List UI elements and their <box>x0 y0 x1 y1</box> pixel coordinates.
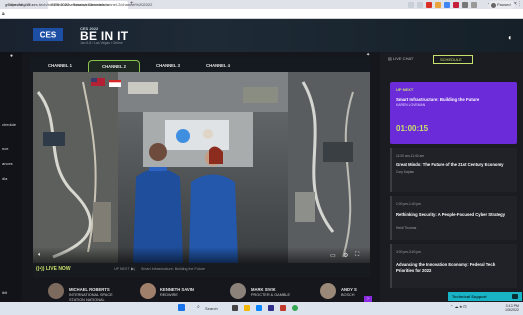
extension-icon[interactable] <box>444 2 450 8</box>
avatar <box>491 3 496 8</box>
task-view-icon[interactable] <box>232 305 238 311</box>
tab-channel-3[interactable]: CHANNEL 3 <box>148 60 188 72</box>
volume-icon[interactable]: 🔈︎ <box>38 252 42 259</box>
session-time: 11:00 am-11:40 am <box>396 154 425 158</box>
nav-item-experiences[interactable]: ances <box>2 161 13 166</box>
extension-icon[interactable] <box>435 2 441 8</box>
speaker-org: BOSCH <box>341 293 355 297</box>
up-next-title: Smart Infrastructure: Building the Futur… <box>141 267 205 271</box>
session-title: Great Minds: The Future of the 21st Cent… <box>396 162 504 167</box>
nav-dot-icon[interactable]: ● <box>10 53 13 59</box>
chat-icon <box>512 294 518 299</box>
folder-icon[interactable] <box>244 305 250 311</box>
up-next-speaker: KAREN LOVEMAN <box>396 103 426 107</box>
avatar[interactable] <box>140 283 156 299</box>
lock-icon: 🔒︎ <box>2 11 5 17</box>
video-controls <box>33 247 370 263</box>
app-icon[interactable] <box>280 305 286 311</box>
speaker-org: REDWIRE <box>160 293 178 297</box>
edge-icon[interactable] <box>256 305 262 311</box>
up-next-session-title: Smart Infrastructure: Building the Futur… <box>396 97 480 102</box>
avatar[interactable] <box>320 283 336 299</box>
session-speaker: Cory Kaplan <box>396 170 415 174</box>
video-frame <box>33 72 370 263</box>
star-icon[interactable] <box>417 2 423 8</box>
up-next-label: UP NEXT <box>114 267 130 271</box>
teams-icon[interactable] <box>268 305 274 311</box>
clock[interactable]: 3:13 PM 1/5/2022 <box>497 304 519 312</box>
pip-icon[interactable]: ▭ <box>330 252 336 259</box>
tab-channel-4[interactable]: CHANNEL 4 <box>198 60 238 72</box>
tab-channel-1[interactable]: CHANNEL 1 <box>40 60 80 72</box>
search-icon[interactable]: ⌕ <box>197 304 200 310</box>
settings-icon[interactable]: ◐ <box>508 33 513 42</box>
tab-live-chat[interactable]: ▤ LIVE CHAT <box>388 56 413 61</box>
fullscreen-icon[interactable]: ⛶ <box>355 252 359 259</box>
chrome-icon[interactable] <box>292 305 298 311</box>
next-icon[interactable]: ▶| <box>131 266 135 271</box>
windows-start-icon[interactable] <box>178 304 185 311</box>
share-icon[interactable] <box>408 2 414 8</box>
sidebar-icon[interactable] <box>471 2 477 8</box>
session-title: Rethinking Security: A People-Focused Cy… <box>396 212 506 217</box>
system-tray-icons[interactable]: ⌃ ☁ 🔊︎ ⊡ <box>450 304 467 309</box>
avatar[interactable] <box>230 283 246 299</box>
clock-date: 1/5/2022 <box>505 308 519 312</box>
tab-channel-2[interactable]: CHANNEL 2 <box>88 60 140 72</box>
logo-text: CES <box>40 31 57 40</box>
extension-icon[interactable] <box>453 2 459 8</box>
session-time: 3:00 pm-3:40 pm <box>396 250 421 254</box>
speaker-org: PROCTER & GAMBLE <box>251 293 291 297</box>
technical-support-button[interactable]: Technical Support <box>448 292 522 301</box>
session-title: Advancing the Innovation Economy: Federa… <box>396 262 496 273</box>
taskbar-search[interactable]: Search <box>205 305 225 312</box>
nav-item-exhibit[interactable]: ibit <box>2 290 7 295</box>
live-icon: ((•)) <box>36 266 46 272</box>
speaker-name: KENNETH SAVIN <box>160 287 194 292</box>
menu-icon[interactable]: ⋮ <box>517 1 522 7</box>
puzzle-icon[interactable] <box>462 2 468 8</box>
address-bar <box>0 9 523 19</box>
expand-icon[interactable]: ✦ <box>366 52 370 58</box>
speaker-name: ANDY S <box>341 287 357 292</box>
nav-item-schedule[interactable]: chedule <box>2 122 16 127</box>
header-subtitle: Jan 5-8 / Las Vegas / Online <box>80 41 123 45</box>
video-player[interactable] <box>33 72 370 263</box>
speaker-name: MARK SIVIK <box>251 287 276 292</box>
speaker-org: INTERNATIONAL SPACE <box>69 293 113 297</box>
speaker-name: MICHAEL ROBERTS <box>69 287 110 292</box>
url-field[interactable]: https://digital.ces.tech/bi/schedule/ses… <box>8 2 152 7</box>
up-next-label: UP NEXT <box>396 87 414 92</box>
avatar[interactable] <box>48 283 64 299</box>
session-speaker: Heidi Thomas <box>396 226 417 230</box>
live-now-label: ((•)) LIVE NOW <box>36 266 71 272</box>
site-header <box>0 19 523 52</box>
settings-icon[interactable]: ⚙︎ <box>343 252 348 259</box>
ces-logo[interactable]: CES <box>33 28 63 41</box>
nav-item-media[interactable]: dia <box>2 176 7 181</box>
countdown-timer: 01:00:15 <box>396 124 429 133</box>
session-time: 1:00 pm-1:40 pm <box>396 202 421 206</box>
nav-item-conference[interactable]: nce <box>2 146 8 151</box>
extension-icon[interactable] <box>426 2 432 8</box>
tab-schedule[interactable]: SCHEDULE <box>433 55 473 64</box>
